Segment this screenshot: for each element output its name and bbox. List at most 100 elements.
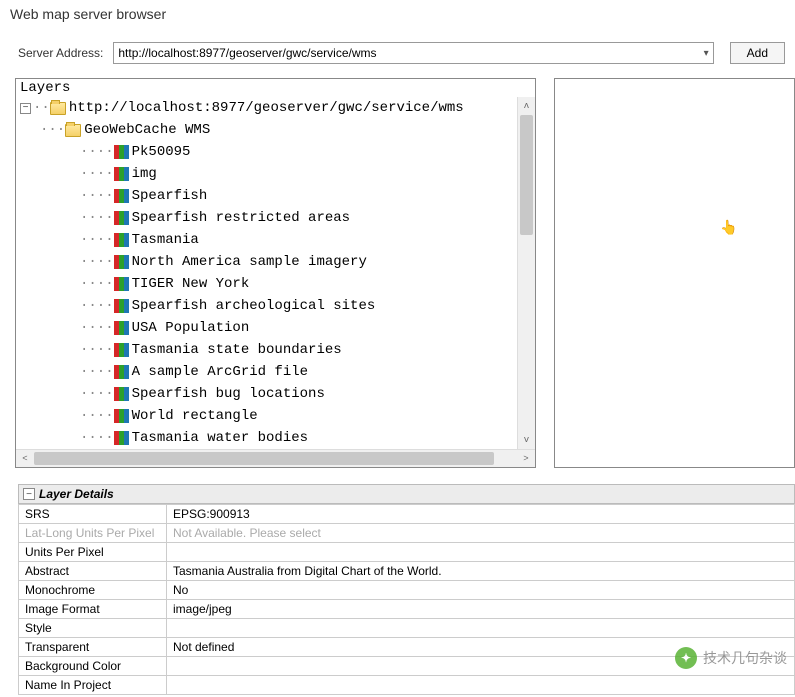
watermark-text: 技术几句杂谈 <box>703 648 787 668</box>
detail-row: AbstractTasmania Australia from Digital … <box>19 562 795 581</box>
preview-panel: 👆 <box>554 78 795 468</box>
tree-connector: ···· <box>80 339 114 361</box>
detail-row: Units Per Pixel <box>19 543 795 562</box>
vertical-scrollbar[interactable]: ʌ v <box>517 97 535 449</box>
detail-key: Units Per Pixel <box>19 543 167 562</box>
address-bar: Server Address: http://localhost:8977/ge… <box>0 28 795 78</box>
tree-row[interactable]: ···· USA Population <box>20 317 535 339</box>
server-address-value: http://localhost:8977/geoserver/gwc/serv… <box>118 46 376 60</box>
layer-icon <box>114 343 129 357</box>
scroll-right-icon[interactable]: > <box>517 450 535 467</box>
detail-key: Monochrome <box>19 581 167 600</box>
layer-item-label: A sample ArcGrid file <box>132 361 308 383</box>
detail-row: Name In Project <box>19 676 795 695</box>
tree-connector: ···· <box>80 163 114 185</box>
detail-key: Background Color <box>19 657 167 676</box>
layers-tree[interactable]: −·· http://localhost:8977/geoserver/gwc/s… <box>16 97 535 467</box>
detail-value <box>167 619 795 638</box>
layer-item-label: North America sample imagery <box>132 251 367 273</box>
horizontal-scrollbar[interactable]: < > <box>16 449 535 467</box>
tree-row[interactable]: ····Tasmania water bodies <box>20 427 535 449</box>
layer-item-label: TIGER New York <box>132 273 250 295</box>
cursor-icon: 👆 <box>720 219 737 236</box>
layer-icon <box>114 211 129 225</box>
tree-row[interactable]: ····TIGER New York <box>20 273 535 295</box>
collapse-toggle[interactable]: − <box>23 488 35 500</box>
detail-key: Abstract <box>19 562 167 581</box>
tree-row[interactable]: ···· Tasmania <box>20 229 535 251</box>
tree-row[interactable]: ····Tasmania state boundaries <box>20 339 535 361</box>
tree-row[interactable]: ····Spearfish bug locations <box>20 383 535 405</box>
layer-icon <box>114 299 129 313</box>
tree-connector: ·· <box>33 97 50 119</box>
layer-item-label: Spearfish <box>132 185 208 207</box>
tree-row[interactable]: ···· Pk50095 <box>20 141 535 163</box>
tree-row[interactable]: ···· World rectangle <box>20 405 535 427</box>
tree-row[interactable]: ··· GeoWebCache WMS <box>20 119 535 141</box>
layer-icon <box>114 387 129 401</box>
tree-row[interactable]: ···· Spearfish <box>20 185 535 207</box>
watermark: ✦ 技术几句杂谈 <box>675 647 787 669</box>
chevron-down-icon: ▾ <box>704 48 709 59</box>
wechat-icon: ✦ <box>675 647 697 669</box>
layers-header: Layers <box>16 79 535 97</box>
tree-connector: ···· <box>80 317 114 339</box>
layer-icon <box>114 431 129 445</box>
tree-connector: ···· <box>80 229 114 251</box>
detail-key: Name In Project <box>19 676 167 695</box>
server-address-select[interactable]: http://localhost:8977/geoserver/gwc/serv… <box>113 42 713 64</box>
window-title: Web map server browser <box>0 0 795 28</box>
tree-row[interactable]: ···· Spearfish archeological sites <box>20 295 535 317</box>
tree-row[interactable]: ····North America sample imagery <box>20 251 535 273</box>
layer-details-title: Layer Details <box>39 485 114 503</box>
layer-item-label: img <box>132 163 157 185</box>
tree-root-label: http://localhost:8977/geoserver/gwc/serv… <box>69 97 464 119</box>
detail-value: No <box>167 581 795 600</box>
detail-value: Tasmania Australia from Digital Chart of… <box>167 562 795 581</box>
detail-key: Transparent <box>19 638 167 657</box>
layer-icon <box>114 145 129 159</box>
tree-connector: ··· <box>40 119 65 141</box>
layer-item-label: USA Population <box>132 317 250 339</box>
scroll-up-icon[interactable]: ʌ <box>518 97 535 115</box>
detail-key: Lat-Long Units Per Pixel <box>19 524 167 543</box>
layer-icon <box>114 365 129 379</box>
scroll-thumb[interactable] <box>520 115 533 235</box>
server-address-label: Server Address: <box>18 46 103 60</box>
layer-item-label: Spearfish archeological sites <box>132 295 376 317</box>
detail-value <box>167 543 795 562</box>
detail-row: Style <box>19 619 795 638</box>
layer-item-label: Tasmania <box>132 229 199 251</box>
layer-icon <box>114 409 129 423</box>
detail-row: SRSEPSG:900913 <box>19 505 795 524</box>
detail-key: Style <box>19 619 167 638</box>
tree-row[interactable]: −·· http://localhost:8977/geoserver/gwc/s… <box>20 97 535 119</box>
tree-service-label: GeoWebCache WMS <box>84 119 210 141</box>
tree-connector: ···· <box>80 295 114 317</box>
add-button[interactable]: Add <box>730 42 785 64</box>
tree-row[interactable]: ···· A sample ArcGrid file <box>20 361 535 383</box>
tree-connector: ···· <box>80 361 114 383</box>
layer-item-label: World rectangle <box>132 405 258 427</box>
layer-icon <box>114 255 129 269</box>
tree-row[interactable]: ···· img <box>20 163 535 185</box>
layer-item-label: Tasmania water bodies <box>132 427 308 449</box>
tree-connector: ···· <box>80 141 114 163</box>
folder-icon <box>50 102 66 115</box>
detail-value: image/jpeg <box>167 600 795 619</box>
detail-value <box>167 676 795 695</box>
layer-icon <box>114 321 129 335</box>
layer-item-label: Pk50095 <box>132 141 191 163</box>
scroll-left-icon[interactable]: < <box>16 450 34 467</box>
layer-icon <box>114 233 129 247</box>
tree-connector: ···· <box>80 207 114 229</box>
layers-panel: Layers −·· http://localhost:8977/geoserve… <box>15 78 536 468</box>
tree-row[interactable]: ····Spearfish restricted areas <box>20 207 535 229</box>
scroll-down-icon[interactable]: v <box>518 431 535 449</box>
scroll-thumb-h[interactable] <box>34 452 494 465</box>
tree-collapse-icon[interactable]: − <box>20 103 31 114</box>
detail-row: MonochromeNo <box>19 581 795 600</box>
tree-connector: ···· <box>80 185 114 207</box>
tree-connector: ···· <box>80 405 114 427</box>
layer-item-label: Spearfish bug locations <box>132 383 325 405</box>
